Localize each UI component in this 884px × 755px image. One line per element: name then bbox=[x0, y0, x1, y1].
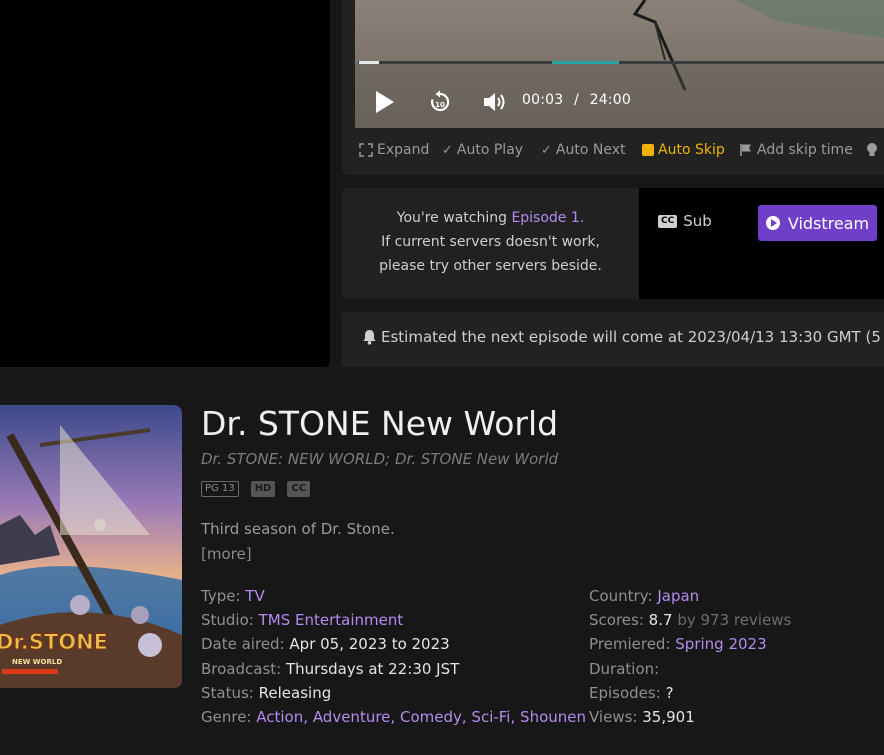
meta-type: Type: TV bbox=[201, 587, 265, 605]
meta-premiered: Premiered: Spring 2023 bbox=[589, 635, 767, 654]
auto-skip-toggle[interactable]: Auto Skip bbox=[642, 142, 725, 158]
studio-link[interactable]: TMS Entertainment bbox=[259, 611, 404, 629]
flag-icon bbox=[740, 144, 751, 156]
time-display: 00:03 / 24:00 bbox=[522, 92, 631, 108]
auto-next-toggle[interactable]: ✓ Auto Next bbox=[541, 142, 625, 158]
next-episode-text: Estimated the next episode will come at … bbox=[381, 328, 884, 346]
poster-subtitle: NEW WORLD bbox=[12, 658, 62, 666]
vidstream-server-button[interactable]: Vidstream bbox=[758, 205, 877, 241]
watching-prefix: You're watching bbox=[396, 210, 507, 226]
current-time: 00:03 bbox=[522, 92, 564, 108]
poster-logo: Dr.STONE bbox=[0, 630, 108, 654]
meta-views: Views: 35,901 bbox=[589, 708, 695, 727]
meta-episodes: Episodes: ? bbox=[589, 683, 674, 702]
play-icon[interactable] bbox=[374, 89, 396, 115]
seek-bar-played bbox=[359, 61, 379, 64]
meta-studio: Studio: TMS Entertainment bbox=[201, 611, 404, 630]
auto-next-label: Auto Next bbox=[555, 142, 626, 158]
anime-alt-title: Dr. STONE: NEW WORLD; Dr. STONE New Worl… bbox=[201, 450, 559, 468]
meta-duration: Duration: bbox=[589, 659, 660, 678]
next-episode-notice: Estimated the next episode will come at … bbox=[362, 328, 884, 346]
watching-line3: please try other servers beside. bbox=[379, 258, 602, 274]
cc-badge: CC bbox=[287, 481, 311, 497]
rating-badge: PG 13 bbox=[201, 481, 239, 497]
add-skip-time-label: Add skip time bbox=[757, 142, 853, 158]
meta-scores: Scores: 8.7 by 973 reviews bbox=[589, 611, 792, 630]
genre-link[interactable]: Sci-Fi bbox=[471, 708, 510, 726]
meta-broadcast: Broadcast: Thursdays at 22:30 JST bbox=[201, 659, 460, 678]
light-toggle[interactable] bbox=[866, 142, 878, 158]
meta-date-aired: Date aired: Apr 05, 2023 to 2023 bbox=[201, 635, 450, 654]
synopsis: Third season of Dr. Stone. bbox=[201, 520, 395, 538]
bell-icon bbox=[363, 330, 376, 345]
more-link[interactable]: [more] bbox=[201, 545, 252, 563]
anime-badges: PG 13 HD CC bbox=[201, 481, 311, 497]
premiered-link[interactable]: Spring 2023 bbox=[675, 635, 766, 653]
auto-skip-label: Auto Skip bbox=[658, 142, 725, 158]
seek-bar[interactable] bbox=[358, 61, 884, 64]
auto-play-toggle[interactable]: ✓ Auto Play bbox=[442, 142, 523, 158]
meta-left-column: Type: TV Studio: TMS Entertainment Date … bbox=[201, 584, 586, 729]
type-link[interactable]: TV bbox=[245, 587, 264, 605]
expand-label: Expand bbox=[377, 142, 430, 158]
hd-badge: HD bbox=[250, 481, 276, 497]
genre-link[interactable]: Shounen bbox=[520, 708, 586, 726]
check-icon: ✓ bbox=[442, 142, 453, 158]
rewind-10-icon[interactable]: 10 bbox=[428, 90, 452, 114]
watching-line1: You're watching Episode 1. bbox=[342, 206, 639, 230]
time-separator: / bbox=[574, 92, 579, 108]
genre-link[interactable]: Adventure bbox=[313, 708, 391, 726]
expand-icon bbox=[359, 143, 373, 157]
lightbulb-icon bbox=[867, 143, 877, 156]
check-icon: ✓ bbox=[541, 142, 552, 158]
svg-text:10: 10 bbox=[435, 101, 445, 109]
sub-servers-label: CC Sub bbox=[658, 212, 712, 230]
poster-image: Dr.STONE NEW WORLD bbox=[0, 405, 182, 688]
anime-poster[interactable]: Dr.STONE NEW WORLD bbox=[0, 405, 182, 688]
country-link[interactable]: Japan bbox=[657, 587, 699, 605]
seek-bar-highlight bbox=[552, 61, 619, 64]
volume-icon[interactable] bbox=[482, 90, 508, 114]
sidebar-panel bbox=[0, 0, 330, 367]
meta-status: Status: Releasing bbox=[201, 683, 332, 702]
vidstream-label: Vidstream bbox=[787, 213, 870, 233]
add-skip-time-button[interactable]: Add skip time bbox=[739, 142, 853, 158]
auto-play-label: Auto Play bbox=[456, 142, 524, 158]
current-episode-link[interactable]: Episode 1. bbox=[511, 210, 584, 226]
watching-line2: If current servers doesn't work, bbox=[381, 234, 600, 250]
duration-time: 24:00 bbox=[589, 92, 631, 108]
sub-label: Sub bbox=[683, 212, 712, 230]
expand-toggle[interactable]: Expand bbox=[359, 142, 429, 158]
genre-link[interactable]: Action bbox=[256, 708, 303, 726]
meta-right-column: Country: Japan Scores: 8.7 by 973 review… bbox=[589, 584, 791, 729]
checkbox-checked-icon bbox=[642, 144, 654, 156]
meta-country: Country: Japan bbox=[589, 587, 700, 605]
cc-icon: CC bbox=[658, 214, 678, 228]
genre-link[interactable]: Comedy bbox=[400, 708, 462, 726]
play-circle-icon bbox=[765, 216, 780, 230]
watching-info-text: You're watching Episode 1. If current se… bbox=[342, 206, 639, 278]
meta-genre: Genre: Action, Adventure, Comedy, Sci-Fi… bbox=[201, 708, 587, 727]
anime-title: Dr. STONE New World bbox=[201, 404, 559, 443]
